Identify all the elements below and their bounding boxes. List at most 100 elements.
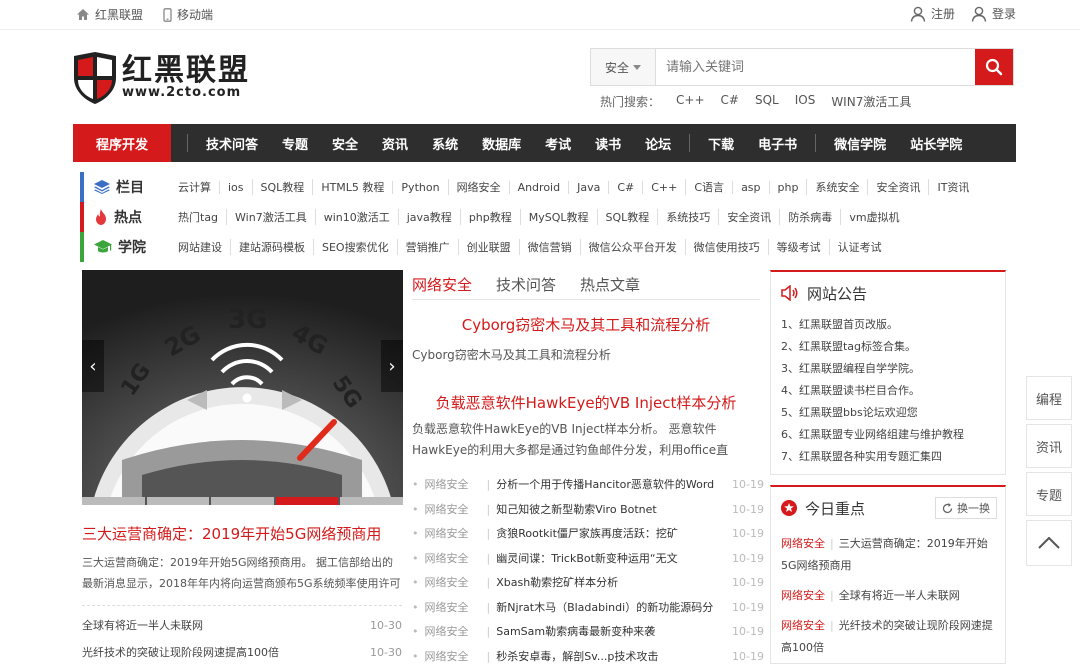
nav-item[interactable]: 数据库 <box>482 134 521 153</box>
tab-tech-qa[interactable]: 技术问答 <box>496 274 556 295</box>
category-link[interactable]: 热门tag <box>170 209 226 225</box>
headline-title[interactable]: Cyborg窃密木马及其工具和流程分析 <box>412 314 760 335</box>
tab-hot-articles[interactable]: 热点文章 <box>580 274 640 295</box>
list-item-title[interactable]: 新Njrat木马（Bladabindi）的新功能源码分 <box>496 596 732 621</box>
list-item[interactable]: •网络安全|新Njrat木马（Bladabindi）的新功能源码分10-19 <box>412 596 760 621</box>
list-item[interactable]: •网络安全|知己知彼之新型勒索Viro Botnet10-19 <box>412 498 760 523</box>
hot-term[interactable]: C++ <box>676 93 705 110</box>
login-link[interactable]: 登录 <box>971 5 1016 22</box>
nav-item[interactable]: 下载 <box>708 134 734 153</box>
focus-item-tag[interactable]: 网络安全 <box>781 589 825 602</box>
list-item-title[interactable]: 贪狼Rootkit僵尸家族再度活跃：挖矿 <box>496 522 732 547</box>
focus-item-tag[interactable]: 网络安全 <box>781 619 825 632</box>
category-link[interactable]: 系统技巧 <box>657 209 718 225</box>
category-link[interactable]: php教程 <box>460 209 520 225</box>
nav-item[interactable]: 系统 <box>432 134 458 153</box>
category-link[interactable]: Python <box>392 181 447 194</box>
hot-term[interactable]: IOS <box>795 93 816 110</box>
list-item-tag[interactable]: 网络安全 <box>425 522 481 547</box>
category-link[interactable]: 营销推广 <box>397 239 458 255</box>
list-item-title[interactable]: 全球有将近一半人未联网 <box>82 612 203 639</box>
category-link[interactable]: 认证考试 <box>829 239 890 255</box>
list-item-tag[interactable]: 网络安全 <box>425 547 481 572</box>
category-link[interactable]: java教程 <box>398 209 460 225</box>
category-link[interactable]: 微信公众平台开发 <box>580 239 685 255</box>
list-item-tag[interactable]: 网络安全 <box>425 645 481 669</box>
list-item-tag[interactable]: 网络安全 <box>425 620 481 645</box>
category-link[interactable]: 系统安全 <box>806 179 867 195</box>
list-item-tag[interactable]: 网络安全 <box>425 571 481 596</box>
category-link[interactable]: win10激活工 <box>315 209 398 225</box>
list-item-title[interactable]: SamSam勒索病毒最新变种来袭 <box>496 620 732 645</box>
list-item[interactable]: •网络安全|贪狼Rootkit僵尸家族再度活跃：挖矿10-19 <box>412 522 760 547</box>
nav-item-programming[interactable]: 程序开发 <box>73 124 171 162</box>
category-link[interactable]: 安全资讯 <box>718 209 779 225</box>
notice-item[interactable]: 4、红黑联盟读书栏目合作。 <box>771 380 1005 402</box>
list-item-tag[interactable]: 网络安全 <box>425 596 481 621</box>
list-item-title[interactable]: 秒杀安卓毒，解剖Sv...p技术攻击 <box>496 645 732 669</box>
list-item[interactable]: •网络安全|SamSam勒索病毒最新变种来袭10-19 <box>412 620 760 645</box>
list-item-title[interactable]: 幽灵间谍：TrickBot新变种运用“无文 <box>496 547 732 572</box>
side-nav-topics[interactable]: 专题 <box>1026 472 1072 516</box>
carousel-prev-button[interactable]: ‹ <box>82 340 104 392</box>
focus-item-title[interactable]: 全球有将近一半人未联网 <box>839 589 960 602</box>
focus-item[interactable]: 网络安全|三大运营商确定：2019年开始5G网络预商用 <box>771 529 1005 581</box>
nav-item[interactable]: 技术问答 <box>206 134 258 153</box>
tab-network-security[interactable]: 网络安全 <box>412 274 472 295</box>
category-link[interactable]: Android <box>509 181 569 194</box>
nav-item[interactable]: 站长学院 <box>910 134 962 153</box>
category-link[interactable]: C# <box>608 181 642 194</box>
mobile-link[interactable]: 移动端 <box>163 6 213 23</box>
list-item-tag[interactable]: 网络安全 <box>425 498 481 523</box>
category-link[interactable]: 创业联盟 <box>458 239 519 255</box>
category-link[interactable]: vm虚拟机 <box>840 209 907 225</box>
category-link[interactable]: 微信使用技巧 <box>685 239 768 255</box>
list-item-title[interactable]: Xbash勒索挖矿样本分析 <box>496 571 732 596</box>
category-link[interactable]: SQL教程 <box>597 209 658 225</box>
category-link[interactable]: MySQL教程 <box>520 209 597 225</box>
list-item-title[interactable]: 光纤技术的突破让现阶段网速提高100倍 <box>82 639 279 666</box>
category-link[interactable]: ios <box>219 181 252 194</box>
featured-title[interactable]: 三大运营商确定：2019年开始5G网络预商用 <box>82 523 402 544</box>
register-link[interactable]: 注册 <box>910 5 955 22</box>
headline-title[interactable]: 负载恶意软件HawkEye的VB Inject样本分析 <box>412 392 760 413</box>
focus-item[interactable]: 网络安全|光纤技术的突破让现阶段网速提高100倍 <box>771 611 1005 663</box>
search-button[interactable] <box>975 49 1013 85</box>
category-link[interactable]: asp <box>732 181 768 194</box>
list-item[interactable]: 光纤技术的突破让现阶段网速提高100倍10-30 <box>82 639 402 666</box>
nav-item[interactable]: 考试 <box>545 134 571 153</box>
category-link[interactable]: SQL教程 <box>252 179 313 195</box>
carousel-dot-active[interactable] <box>276 497 339 505</box>
notice-item[interactable]: 3、红黑联盟编程自学学院。 <box>771 358 1005 380</box>
notice-item[interactable]: 5、红黑联盟bbs论坛欢迎您 <box>771 402 1005 424</box>
carousel-next-button[interactable]: › <box>381 340 403 392</box>
focus-item-tag[interactable]: 网络安全 <box>781 537 825 550</box>
list-item-title[interactable]: 分析一个用于传播Hancitor恶意软件的Word <box>496 473 732 498</box>
category-link[interactable]: 安全资讯 <box>867 179 928 195</box>
notice-item[interactable]: 2、红黑联盟tag标签合集。 <box>771 336 1005 358</box>
nav-item[interactable]: 安全 <box>332 134 358 153</box>
refresh-button[interactable]: 换一换 <box>935 497 997 519</box>
category-link[interactable]: 防杀病毒 <box>779 209 840 225</box>
carousel-dot[interactable] <box>82 497 145 505</box>
side-nav-news[interactable]: 资讯 <box>1026 424 1072 468</box>
list-item[interactable]: •网络安全|分析一个用于传播Hancitor恶意软件的Word10-19 <box>412 473 760 498</box>
search-input[interactable] <box>656 49 975 85</box>
category-link[interactable]: php <box>769 181 807 194</box>
list-item-title[interactable]: 知己知彼之新型勒索Viro Botnet <box>496 498 732 523</box>
nav-item[interactable]: 读书 <box>595 134 621 153</box>
back-to-top-button[interactable] <box>1026 520 1072 566</box>
list-item[interactable]: 全球有将近一半人未联网10-30 <box>82 612 402 639</box>
list-item[interactable]: •网络安全|秒杀安卓毒，解剖Sv...p技术攻击10-19 <box>412 645 760 669</box>
search-category-select[interactable]: 安全 <box>591 49 656 85</box>
category-link[interactable]: Win7激活工具 <box>226 209 315 225</box>
category-link[interactable]: 云计算 <box>170 179 219 195</box>
hot-term[interactable]: SQL <box>755 93 779 110</box>
carousel-dot[interactable] <box>147 497 210 505</box>
nav-item[interactable]: 专题 <box>282 134 308 153</box>
category-link[interactable]: HTML5 教程 <box>312 179 392 195</box>
category-link[interactable]: 建站源码模板 <box>230 239 313 255</box>
focus-item[interactable]: 网络安全|全球有将近一半人未联网 <box>771 581 1005 611</box>
carousel-dot[interactable] <box>340 497 403 505</box>
category-link[interactable]: 网站建设 <box>170 239 230 255</box>
